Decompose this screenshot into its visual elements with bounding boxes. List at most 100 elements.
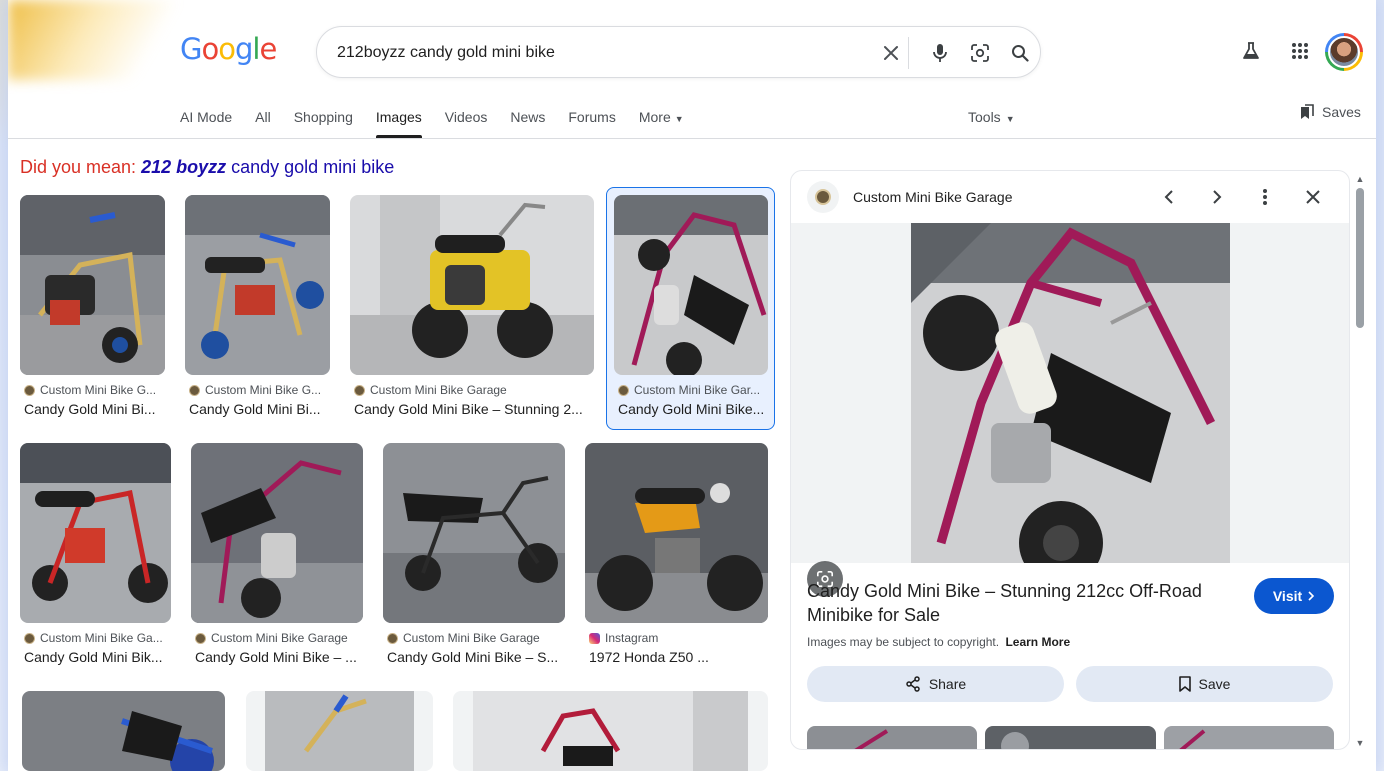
panel-title[interactable]: Candy Gold Mini Bike – Stunning 212cc Of…	[807, 579, 1227, 627]
panel-source-name[interactable]: Custom Mini Bike Garage	[853, 189, 1013, 205]
did-you-mean-link[interactable]: 212 boyzz candy gold mini bike	[141, 157, 394, 177]
google-logo[interactable]: Google	[180, 32, 277, 66]
share-icon	[906, 676, 920, 692]
tab-more[interactable]: More ▼	[639, 106, 684, 138]
tab-all[interactable]: All	[255, 106, 271, 138]
result-thumbnail[interactable]	[191, 443, 363, 623]
search-icon[interactable]	[1008, 41, 1032, 65]
result-thumbnail[interactable]	[350, 195, 594, 375]
source-favicon	[354, 384, 365, 396]
source-name: Custom Mini Bike Garage	[403, 631, 540, 645]
tools-button[interactable]: Tools ▼	[968, 109, 1015, 125]
tab-ai-mode[interactable]: AI Mode	[180, 106, 232, 138]
source-favicon	[618, 384, 629, 396]
scroll-up-icon[interactable]: ▲	[1355, 174, 1365, 184]
tab-forums[interactable]: Forums	[568, 106, 615, 138]
clear-icon[interactable]	[879, 41, 903, 65]
source-favicon	[195, 632, 206, 644]
result-title[interactable]: Candy Gold Mini Bik...	[24, 649, 170, 665]
result-source: Custom Mini Bike G...	[189, 383, 329, 397]
learn-more-link[interactable]: Learn More	[1005, 635, 1070, 649]
result-source: Instagram	[589, 631, 764, 645]
result-title[interactable]: Candy Gold Mini Bike...	[618, 401, 764, 417]
related-thumbnail[interactable]	[1164, 726, 1334, 749]
search-input[interactable]	[337, 41, 857, 65]
did-you-mean: Did you mean: 212 boyzz candy gold mini …	[20, 157, 394, 178]
result-source: Custom Mini Bike G...	[24, 383, 164, 397]
result-thumbnail[interactable]	[246, 691, 433, 771]
visit-button[interactable]: Visit	[1254, 578, 1334, 614]
result-thumbnail[interactable]	[185, 195, 330, 375]
related-thumbnail[interactable]	[807, 726, 977, 749]
search-divider	[908, 37, 909, 69]
copyright-text: Images may be subject to copyright.	[807, 635, 1000, 649]
source-name: Custom Mini Bike Gar...	[634, 383, 761, 397]
copyright-notice: Images may be subject to copyright. Lear…	[807, 635, 1070, 649]
search-box[interactable]	[316, 26, 1041, 78]
tools-label: Tools	[968, 109, 1001, 125]
saves-label: Saves	[1322, 104, 1361, 120]
source-name: Custom Mini Bike G...	[40, 383, 157, 397]
logo-letter: g	[234, 32, 253, 66]
close-icon[interactable]	[1301, 185, 1325, 209]
related-thumbnail[interactable]	[985, 726, 1156, 749]
share-button[interactable]: Share	[807, 666, 1064, 702]
caret-down-icon: ▼	[674, 114, 684, 124]
result-title[interactable]: 1972 Honda Z50 ...	[589, 649, 764, 665]
did-you-mean-rest: candy gold mini bike	[226, 157, 395, 177]
result-thumbnail[interactable]	[20, 195, 165, 375]
visit-label: Visit	[1272, 588, 1303, 604]
result-thumbnail[interactable]	[22, 691, 225, 771]
result-thumbnail[interactable]	[614, 195, 768, 375]
avatar[interactable]	[1325, 33, 1363, 71]
source-name: Custom Mini Bike Garage	[211, 631, 348, 645]
lens-icon[interactable]	[968, 41, 992, 65]
result-source: Custom Mini Bike Gar...	[618, 383, 764, 397]
result-title[interactable]: Candy Gold Mini Bike – S...	[387, 649, 561, 665]
tab-more-label: More	[638, 109, 671, 125]
save-button[interactable]: Save	[1076, 666, 1333, 702]
result-thumbnail[interactable]	[383, 443, 565, 623]
image-preview-panel: Custom Mini Bike Garage Candy Gold Mini …	[790, 170, 1350, 750]
source-favicon	[189, 384, 200, 396]
more-options-icon[interactable]	[1253, 185, 1277, 209]
tab-images[interactable]: Images	[375, 106, 422, 138]
tab-news[interactable]: News	[510, 106, 545, 138]
did-you-mean-correction: 212 boyzz	[141, 157, 227, 177]
panel-scrollbar[interactable]: ▲ ▼	[1352, 172, 1368, 750]
logo-letter: G	[180, 32, 203, 66]
labs-icon[interactable]	[1238, 38, 1264, 64]
source-favicon	[24, 384, 35, 396]
apps-icon[interactable]	[1287, 38, 1313, 64]
did-you-mean-label: Did you mean:	[20, 157, 137, 177]
logo-letter: e	[259, 32, 277, 66]
save-label: Save	[1198, 676, 1231, 692]
source-name: Custom Mini Bike Ga...	[40, 631, 163, 645]
scroll-down-icon[interactable]: ▼	[1355, 738, 1365, 748]
result-thumbnail[interactable]	[585, 443, 768, 623]
scrollbar-thumb[interactable]	[1356, 188, 1364, 328]
next-icon[interactable]	[1205, 185, 1229, 209]
result-title[interactable]: Candy Gold Mini Bi...	[24, 401, 164, 417]
result-title[interactable]: Candy Gold Mini Bike – Stunning 2...	[354, 401, 590, 417]
caret-down-icon: ▼	[1005, 114, 1015, 124]
result-title[interactable]: Candy Gold Mini Bike – ...	[195, 649, 359, 665]
tab-videos[interactable]: Videos	[445, 106, 488, 138]
logo-letter: o	[218, 32, 236, 66]
saves-button[interactable]: Saves	[1299, 104, 1361, 120]
mic-icon[interactable]	[928, 41, 952, 65]
previous-icon[interactable]	[1157, 185, 1181, 209]
source-name: Instagram	[605, 631, 659, 645]
bookmark-icon	[1178, 676, 1191, 692]
panel-source-favicon[interactable]	[807, 181, 839, 213]
result-source: Custom Mini Bike Garage	[195, 631, 359, 645]
tab-shopping[interactable]: Shopping	[294, 106, 353, 138]
preview-image[interactable]	[911, 223, 1230, 563]
result-thumbnail[interactable]	[20, 443, 171, 623]
share-label: Share	[928, 676, 967, 692]
result-thumbnail[interactable]	[453, 691, 768, 771]
result-source: Custom Mini Bike Ga...	[24, 631, 170, 645]
result-source: Custom Mini Bike Garage	[354, 383, 590, 397]
result-source: Custom Mini Bike Garage	[387, 631, 561, 645]
result-title[interactable]: Candy Gold Mini Bi...	[189, 401, 329, 417]
